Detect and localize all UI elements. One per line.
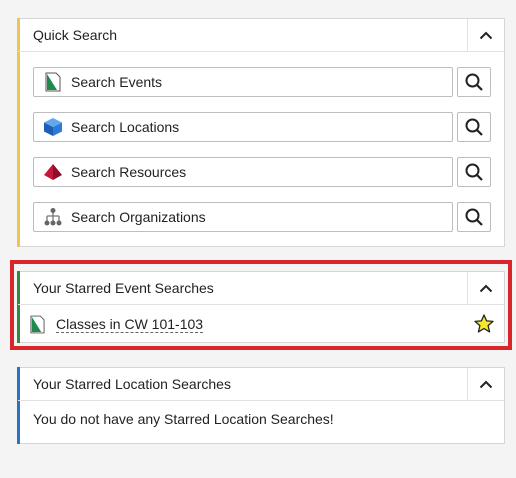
search-locations-row: Search Locations	[33, 112, 491, 142]
search-locations-label: Search Locations	[71, 119, 180, 135]
search-resources-label: Search Resources	[71, 164, 187, 180]
panel-header: Your Starred Event Searches	[18, 272, 504, 305]
search-events-row: Search Events	[33, 67, 491, 97]
quick-search-panel: Quick Search Search Events Search Locati…	[17, 18, 505, 247]
org-tree-icon	[42, 206, 64, 228]
event-document-icon	[30, 315, 46, 334]
list-item: Classes in CW 101-103	[18, 305, 504, 343]
starred-search-link[interactable]: Classes in CW 101-103	[56, 316, 204, 333]
panel-title: Your Starred Event Searches	[33, 280, 214, 296]
chevron-up-icon	[479, 380, 493, 388]
star-toggle-button[interactable]	[474, 314, 494, 333]
search-events-label: Search Events	[71, 74, 163, 90]
panel-header: Your Starred Location Searches	[18, 368, 504, 401]
collapse-button[interactable]	[467, 368, 504, 400]
chevron-up-icon	[479, 284, 493, 292]
search-events-go-button[interactable]	[457, 67, 491, 97]
search-organizations-label: Search Organizations	[71, 209, 206, 225]
search-events-button[interactable]: Search Events	[33, 67, 453, 97]
panel-header: Quick Search	[18, 19, 504, 52]
search-locations-button[interactable]: Search Locations	[33, 112, 453, 142]
search-icon	[465, 163, 483, 181]
event-document-icon	[42, 71, 64, 93]
search-organizations-go-button[interactable]	[457, 202, 491, 232]
red-pyramid-icon	[42, 161, 64, 183]
search-locations-go-button[interactable]	[457, 112, 491, 142]
search-organizations-button[interactable]: Search Organizations	[33, 202, 453, 232]
panel-title: Your Starred Location Searches	[33, 376, 231, 392]
star-icon	[474, 314, 494, 333]
starred-events-panel: Your Starred Event Searches Classes in C…	[17, 271, 505, 343]
collapse-button[interactable]	[467, 272, 504, 304]
search-resources-row: Search Resources	[33, 157, 491, 187]
search-icon	[465, 73, 483, 91]
panel-title: Quick Search	[33, 27, 118, 43]
search-resources-go-button[interactable]	[457, 157, 491, 187]
search-resources-button[interactable]: Search Resources	[33, 157, 453, 187]
search-icon	[465, 118, 483, 136]
blue-cube-icon	[42, 116, 64, 138]
search-icon	[465, 208, 483, 226]
starred-locations-panel: Your Starred Location Searches You do no…	[17, 367, 505, 444]
panel-accent-bar	[17, 18, 20, 247]
empty-message: You do not have any Starred Location Sea…	[33, 411, 334, 427]
chevron-up-icon	[479, 31, 493, 39]
search-organizations-row: Search Organizations	[33, 202, 491, 232]
collapse-button[interactable]	[467, 19, 504, 51]
